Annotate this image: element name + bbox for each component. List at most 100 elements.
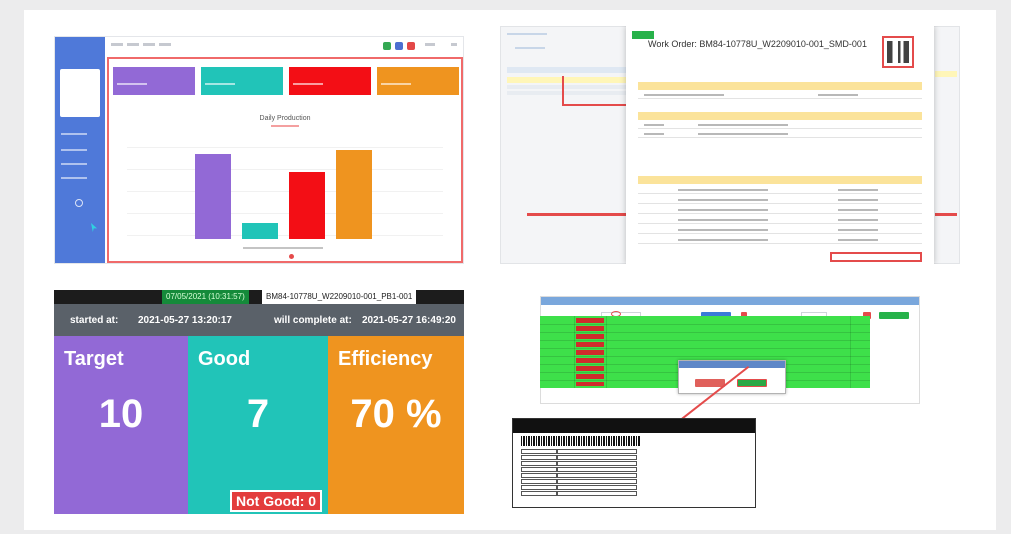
- pagination[interactable]: [830, 252, 922, 262]
- menu-item[interactable]: [143, 43, 155, 46]
- x-axis-labels: [243, 247, 323, 249]
- grid-line: [127, 191, 443, 192]
- label-cell: [557, 491, 637, 496]
- label-cell: [521, 485, 557, 490]
- sidebar-user-card[interactable]: [60, 69, 100, 117]
- target-tile: Target 10: [54, 336, 188, 514]
- bg-row-selected[interactable]: [507, 77, 627, 83]
- work-order-screenshot: Work Order: BM84-10778U_W2209010-001_SMD…: [500, 26, 960, 264]
- sidebar: [55, 37, 105, 263]
- panel-title: [541, 297, 919, 305]
- chart-title: Daily Production: [259, 115, 311, 122]
- started-label: started at:: [70, 315, 119, 326]
- table-row[interactable]: [638, 226, 922, 234]
- dialog-title: Work Order: BM84-10778U_W2209010-001_SMD…: [648, 39, 867, 49]
- table-header: [638, 176, 922, 184]
- serial-cell[interactable]: [576, 342, 604, 347]
- table-header: [638, 112, 922, 120]
- serial-cell[interactable]: [576, 366, 604, 371]
- kpi-card: [113, 67, 195, 95]
- serial-cell[interactable]: [576, 318, 604, 323]
- bg-title: [515, 47, 545, 49]
- dialog-subtitle: [672, 54, 674, 60]
- dialog-header: [679, 361, 785, 368]
- serial-cell[interactable]: [576, 382, 604, 386]
- efficiency-value: 70 %: [350, 392, 442, 436]
- board-date: 07/05/2021 (10:31:57): [162, 290, 249, 304]
- sidebar-item[interactable]: [61, 149, 87, 151]
- menu-item[interactable]: [127, 43, 139, 46]
- serial-cell[interactable]: [576, 350, 604, 355]
- user-menu[interactable]: [425, 43, 435, 46]
- sidebar-item[interactable]: [61, 177, 87, 179]
- dashboard-screenshot: Daily Production: [54, 36, 464, 264]
- cursor-icon: [91, 223, 97, 232]
- bg-row: [935, 71, 957, 77]
- sidebar-item[interactable]: [61, 133, 87, 135]
- serial-cell[interactable]: [576, 374, 604, 379]
- table-row[interactable]: [638, 196, 922, 204]
- target-value: 10: [98, 392, 144, 436]
- serial-cell[interactable]: [576, 358, 604, 363]
- chart-subtitle: [271, 125, 299, 127]
- bg-scrollbar: [935, 213, 957, 216]
- grid-line: [127, 235, 443, 236]
- logout-icon[interactable]: [451, 43, 457, 46]
- menu-item[interactable]: [159, 43, 171, 46]
- good-value: 7: [246, 392, 270, 436]
- table-row[interactable]: [638, 130, 922, 138]
- chart-marker: [289, 254, 294, 259]
- table-row[interactable]: [638, 216, 922, 224]
- kpi-card: [201, 67, 283, 95]
- qr-code: [882, 36, 914, 68]
- app-icon[interactable]: [407, 42, 415, 50]
- started-value: 2021-05-27 13:20:17: [138, 315, 232, 326]
- serial-cell[interactable]: [576, 334, 604, 339]
- app-icon[interactable]: [395, 42, 403, 50]
- label-cell: [521, 461, 557, 466]
- table-row[interactable]: [638, 206, 922, 214]
- label-cell: [557, 479, 637, 484]
- sidebar-item[interactable]: [61, 163, 87, 165]
- bar: [289, 172, 325, 239]
- confirm-button[interactable]: [737, 379, 767, 387]
- label-cell: [521, 473, 557, 478]
- bar: [242, 223, 278, 239]
- barcode: [521, 436, 641, 446]
- menu-item[interactable]: [111, 43, 123, 46]
- schedule-bar: started at: 2021-05-27 13:20:17 will com…: [54, 304, 464, 336]
- serial-cell[interactable]: [576, 326, 604, 331]
- top-bar: [105, 37, 463, 55]
- label-cell: [557, 485, 637, 490]
- highlight-frame: Daily Production: [107, 57, 463, 263]
- table-row[interactable]: [638, 186, 922, 194]
- board-top-bar: 07/05/2021 (10:31:57) BM84-10778U_W22090…: [54, 290, 464, 304]
- grid-line: [127, 147, 443, 148]
- table-row[interactable]: [638, 236, 922, 244]
- bar: [195, 154, 231, 239]
- label-cell: [557, 461, 637, 466]
- grid-line: [127, 169, 443, 170]
- bg-row[interactable]: [507, 85, 627, 89]
- label-cell: [521, 467, 557, 472]
- print-button[interactable]: [879, 312, 909, 319]
- label-cell: [521, 491, 557, 496]
- board-work-order: BM84-10778U_W2209010-001_PB1-001: [262, 290, 417, 304]
- kpi-card: [289, 67, 371, 95]
- good-label: Good: [198, 348, 251, 370]
- bar: [336, 150, 372, 239]
- table-row[interactable]: [638, 121, 922, 129]
- label-cell: [557, 455, 637, 460]
- app-icon[interactable]: [383, 42, 391, 50]
- label-cell: [521, 455, 557, 460]
- print-button[interactable]: [632, 31, 654, 39]
- not-good-badge: Not Good: 0: [230, 490, 323, 512]
- callout-arrow: [562, 76, 564, 104]
- grid-line: [127, 213, 443, 214]
- bg-row[interactable]: [507, 91, 627, 95]
- bg-toolbar: [507, 33, 547, 35]
- complete-label: will complete at:: [274, 315, 352, 326]
- good-tile: Good 7: [188, 336, 328, 514]
- table-row[interactable]: [638, 91, 922, 99]
- settings-icon[interactable]: [75, 199, 83, 207]
